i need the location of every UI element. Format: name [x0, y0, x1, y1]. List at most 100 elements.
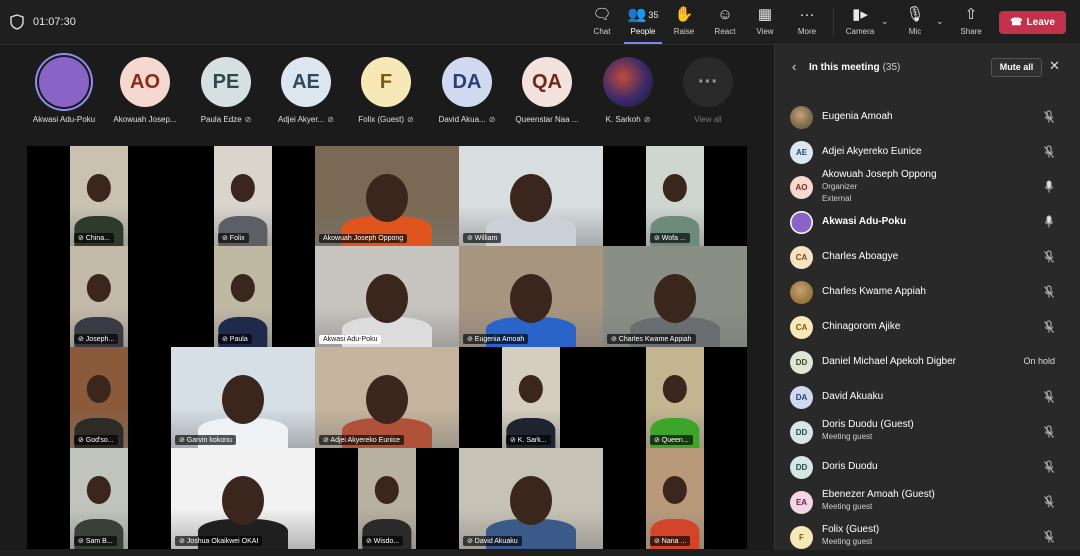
- participant-row[interactable]: Akwasi Adu-Poku: [775, 206, 1080, 241]
- mic-on-icon[interactable]: [1043, 180, 1055, 194]
- strip-participant[interactable]: PE Paula Edze ⊘: [186, 57, 266, 124]
- participant-name: Akwasi Adu-Poku: [822, 216, 907, 227]
- tile-name-label: ⊘ God'so...: [74, 435, 118, 445]
- video-tile[interactable]: ⊘ Paula: [214, 246, 272, 347]
- mic-off-icon[interactable]: [1043, 145, 1055, 159]
- participant-row[interactable]: F Folix (Guest) Meeting guest: [775, 521, 1080, 556]
- strip-participant[interactable]: K. Sarkoh ⊘: [588, 57, 668, 124]
- participant-name: Akowuah Joseph Oppong: [822, 169, 937, 180]
- tile-name-label: ⊘ Adjei Akyereko Eunice: [319, 435, 405, 445]
- participant-row[interactable]: EA Ebenezer Amoah (Guest) Meeting guest: [775, 486, 1080, 521]
- participant-row[interactable]: DD Daniel Michael Apekoh Digber On hold: [775, 346, 1080, 381]
- strip-participant[interactable]: Akwasi Adu-Poku: [24, 57, 104, 124]
- strip-participant[interactable]: F Folix (Guest) ⊘: [346, 57, 426, 124]
- video-tile[interactable]: ⊘ Wofa ...: [646, 146, 704, 246]
- strip-participant[interactable]: DA David Akua... ⊘: [427, 57, 507, 124]
- participant-row[interactable]: DA David Akuaku: [775, 381, 1080, 416]
- video-tile[interactable]: ⊘ Wisdo...: [358, 448, 416, 549]
- video-tile[interactable]: Akowuah Joseph Oppong: [315, 146, 459, 246]
- participant-name: Doris Duodu (Guest): [822, 419, 914, 430]
- participant-head: [222, 375, 264, 424]
- avatar: [603, 57, 653, 107]
- mic-off-icon[interactable]: [1043, 320, 1055, 334]
- mic-off-icon[interactable]: [1043, 110, 1055, 124]
- avatar: CA: [790, 246, 813, 269]
- mic-on-icon[interactable]: [1043, 215, 1055, 229]
- people-button[interactable]: 👥 35 People: [624, 4, 662, 44]
- mic-button[interactable]: 🎙 Mic: [902, 4, 928, 44]
- tile-name-label: ⊘ Wofa ...: [650, 233, 690, 243]
- tile-name-label: ⊘ Garvin kokonu: [175, 435, 236, 445]
- avatar: ···: [683, 57, 733, 107]
- chat-button[interactable]: 🗨 Chat: [588, 4, 616, 44]
- participant-head: [366, 274, 408, 323]
- video-tile[interactable]: ⊘ Adjei Akyereko Eunice: [315, 347, 459, 448]
- video-tile[interactable]: ⊘ Eugenia Amoah: [459, 246, 603, 347]
- mute-all-button[interactable]: Mute all: [991, 58, 1042, 77]
- share-button[interactable]: ⇧ Share: [956, 4, 986, 44]
- participant-row[interactable]: CA Chinagorom Ajike: [775, 311, 1080, 346]
- camera-options-chevron-icon[interactable]: ⌄: [881, 16, 889, 27]
- video-tile[interactable]: ⊘ Garvin kokonu: [171, 347, 315, 448]
- video-tile[interactable]: ⊘ Charles Kwame Appiah: [603, 246, 747, 347]
- video-tile[interactable]: ⊘ David Akuaku: [459, 448, 603, 549]
- mic-off-icon[interactable]: [1043, 390, 1055, 404]
- camera-button[interactable]: ▮▸ Camera: [843, 4, 877, 44]
- video-tile[interactable]: ⊘ Joseph...: [70, 246, 128, 347]
- avatar: [790, 281, 813, 304]
- video-tile[interactable]: ⊘ K. Sark...: [502, 347, 560, 448]
- video-tile[interactable]: ⊘ William: [459, 146, 603, 246]
- participant-row[interactable]: AO Akowuah Joseph Oppong Organizer External: [775, 169, 1080, 206]
- video-tile[interactable]: ⊘ Joshua Okaikwei OKAI: [171, 448, 315, 549]
- avatar: QA: [522, 57, 572, 107]
- meeting-toolbar: 01:07:30 🗨 Chat 👥 35 People ✋ Raise ☺ Rea…: [0, 0, 1080, 45]
- video-tile[interactable]: ⊘ China...: [70, 146, 128, 246]
- react-button[interactable]: ☺ React: [710, 4, 740, 44]
- strip-name-text: View all: [694, 115, 722, 124]
- leave-button[interactable]: ☎ Leave: [999, 11, 1066, 34]
- participant-row[interactable]: AE Adjei Akyereko Eunice: [775, 136, 1080, 171]
- strip-participant[interactable]: AO Akowuah Josep...: [105, 57, 185, 124]
- mic-off-icon[interactable]: [1043, 530, 1055, 544]
- avatar: AE: [790, 141, 813, 164]
- mic-options-chevron-icon[interactable]: ⌄: [936, 16, 944, 27]
- avatar: DA: [442, 57, 492, 107]
- strip-participant-name: David Akua... ⊘: [427, 115, 507, 124]
- mic-off-icon[interactable]: [1043, 285, 1055, 299]
- raise-hand-button[interactable]: ✋ Raise: [670, 4, 698, 44]
- avatar: DA: [790, 386, 813, 409]
- video-tile[interactable]: ⊘ Nana ...: [646, 448, 704, 549]
- strip-participant[interactable]: AE Adjei Akyer... ⊘: [266, 57, 346, 124]
- mic-off-icon[interactable]: [1043, 495, 1055, 509]
- mic-off-icon: ⊘: [488, 115, 496, 124]
- strip-name-text: David Akua...: [438, 115, 486, 124]
- tile-name-label: ⊘ Joseph...: [74, 334, 119, 344]
- mic-off-icon[interactable]: [1043, 425, 1055, 439]
- participant-row[interactable]: Charles Kwame Appiah: [775, 276, 1080, 311]
- video-tile[interactable]: Akwasi Adu-Poku: [315, 246, 459, 347]
- strip-participant[interactable]: QA Queenstar Naa ...: [507, 57, 587, 124]
- mic-off-icon[interactable]: [1043, 250, 1055, 264]
- more-icon: ···: [799, 6, 815, 23]
- participant-row[interactable]: Eugenia Amoah: [775, 101, 1080, 136]
- video-tile[interactable]: ⊘ Folix: [214, 146, 272, 246]
- video-grid: ⊘ China... ⊘ Folix Akowuah Joseph Oppong ⊘ …: [27, 146, 747, 549]
- back-chevron-icon[interactable]: ‹: [792, 59, 796, 74]
- avatar: AE: [281, 57, 331, 107]
- more-button[interactable]: ··· More: [792, 4, 822, 44]
- participant-row[interactable]: DD Doris Duodu: [775, 451, 1080, 486]
- participant-row[interactable]: CA Charles Aboagye: [775, 241, 1080, 276]
- video-tile[interactable]: ⊘ Sam B...: [70, 448, 128, 549]
- strip-participant-name: Adjei Akyer... ⊘: [266, 115, 346, 124]
- view-button[interactable]: ▦ View: [750, 4, 780, 44]
- view-all-button[interactable]: ··· View all: [668, 57, 748, 124]
- participant-head: [662, 174, 688, 202]
- avatar: [39, 57, 89, 107]
- video-tile[interactable]: ⊘ God'so...: [70, 347, 128, 448]
- avatar: DD: [790, 351, 813, 374]
- video-tile[interactable]: ⊘ Queen...: [646, 347, 704, 448]
- strip-name-text: K. Sarkoh: [605, 115, 641, 124]
- mic-off-icon[interactable]: [1043, 460, 1055, 474]
- participant-row[interactable]: DD Doris Duodu (Guest) Meeting guest: [775, 416, 1080, 451]
- close-icon[interactable]: ✕: [1049, 58, 1060, 74]
